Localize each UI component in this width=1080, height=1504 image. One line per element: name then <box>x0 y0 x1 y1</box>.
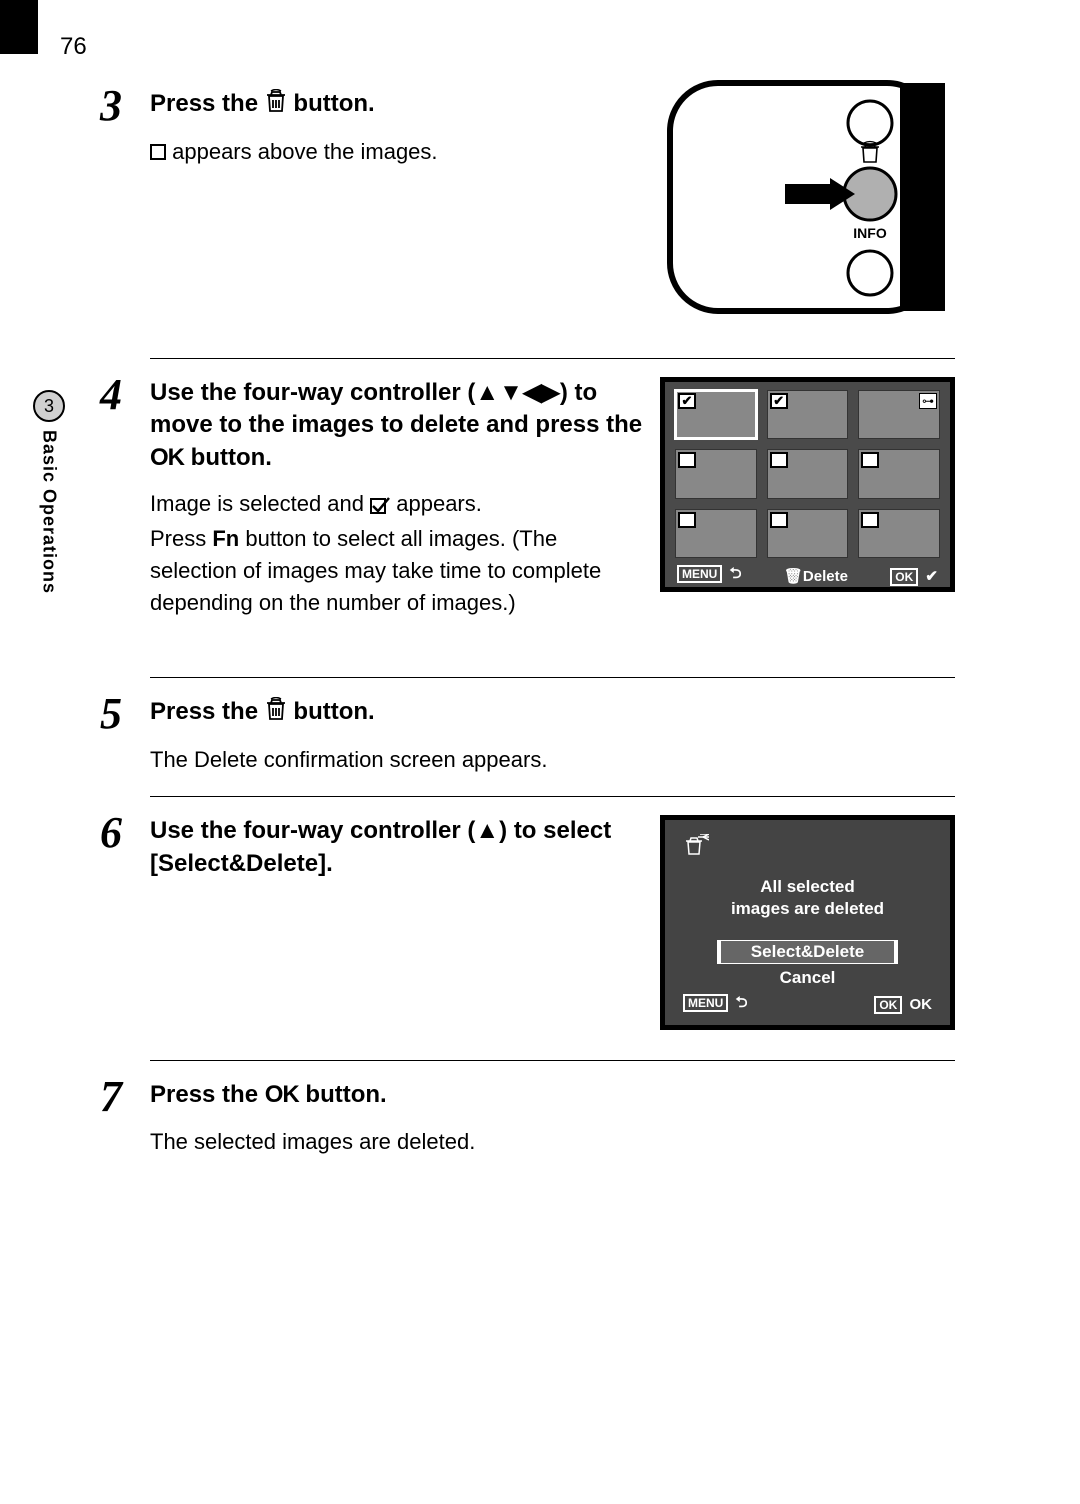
step4-body: Image is selected and appears. Press Fn … <box>150 488 645 619</box>
info-label: INFO <box>853 225 887 241</box>
chapter-tab: 3 Basic Operations <box>25 390 73 594</box>
unchecked-icon <box>678 452 696 468</box>
thumbnail <box>675 509 757 558</box>
step-number: 7 <box>100 1075 150 1157</box>
checked-box-icon <box>370 491 390 523</box>
unchecked-icon <box>770 512 788 528</box>
unchecked-icon <box>770 452 788 468</box>
chapter-title: Basic Operations <box>39 430 60 594</box>
trash-icon: 🗑 <box>784 568 803 585</box>
lcd-thumbnail-screen: ✔ ✔ ⊶ MENU ⮌ 🗑Delete OK ✔ <box>660 377 955 592</box>
menu-button-label: MENU <box>683 994 728 1012</box>
step6-title: Use the four-way controller (▲) to selec… <box>150 815 645 880</box>
step-number: 5 <box>100 692 150 776</box>
confirm-dialog-screen: All selected images are deleted Select&D… <box>660 815 955 1030</box>
step7-body: The selected images are deleted. <box>150 1126 955 1158</box>
step4-title: Use the four-way controller ( ▲▼◀▶) to m… <box>150 377 645 474</box>
ok-label: OK <box>910 996 933 1013</box>
step5-body: The Delete confirmation screen appears. <box>150 744 955 776</box>
unchecked-icon <box>678 512 696 528</box>
option-select-delete: Select&Delete <box>717 940 898 964</box>
thumbnail: ✔ <box>675 390 757 439</box>
unchecked-icon <box>861 512 879 528</box>
thumbnail <box>858 449 940 498</box>
trash-icon <box>265 697 287 730</box>
thumbnail <box>767 509 849 558</box>
confirm-message: All selected images are deleted <box>683 876 932 920</box>
unchecked-icon <box>861 452 879 468</box>
ok-button-label: OK <box>890 568 918 586</box>
step5-title: Press the button. <box>150 696 955 730</box>
checked-icon: ✔ <box>678 393 696 409</box>
protect-icon: ⊶ <box>919 393 937 409</box>
menu-button-label: MENU <box>677 565 722 583</box>
back-arrow-icon: ⮌ <box>736 994 748 1011</box>
thumbnail <box>858 509 940 558</box>
thumbnail <box>675 449 757 498</box>
checked-icon: ✔ <box>770 393 788 409</box>
thumbnail: ✔ <box>767 390 849 439</box>
divider <box>150 677 955 678</box>
back-arrow-icon: ⮌ <box>730 565 742 582</box>
ok-button-label: OK <box>874 996 902 1014</box>
camera-illustration: INFO <box>665 78 955 318</box>
delete-label: Delete <box>803 568 848 585</box>
check-icon: ✔ <box>925 568 938 585</box>
thumbnail: ⊶ <box>858 390 940 439</box>
step-number: 3 <box>100 84 150 338</box>
multi-delete-icon <box>683 834 932 862</box>
page-number: 76 <box>60 33 87 61</box>
ok-button-icon: OK <box>265 1079 299 1111</box>
step-number: 4 <box>100 373 150 657</box>
step-number: 6 <box>100 811 150 1040</box>
ok-button-icon: OK <box>150 442 184 474</box>
left-margin-bar <box>0 0 38 54</box>
up-arrow-icon: ▲ <box>475 817 499 844</box>
trash-icon <box>265 89 287 122</box>
step3-body: appears above the images. <box>150 136 645 168</box>
chapter-number: 3 <box>33 390 65 422</box>
option-cancel: Cancel <box>780 968 836 988</box>
step3-title: Press the button. <box>150 88 645 122</box>
thumbnail <box>767 449 849 498</box>
square-icon <box>150 144 166 160</box>
divider <box>150 1060 955 1061</box>
divider <box>150 358 955 359</box>
fn-button-label: Fn <box>212 526 239 551</box>
lcd-footer: MENU ⮌ 🗑Delete OK ✔ <box>675 558 940 588</box>
confirm-footer: MENU ⮌ OK OK <box>683 992 932 1017</box>
divider <box>150 796 955 797</box>
step7-title: Press the OK button. <box>150 1079 955 1111</box>
